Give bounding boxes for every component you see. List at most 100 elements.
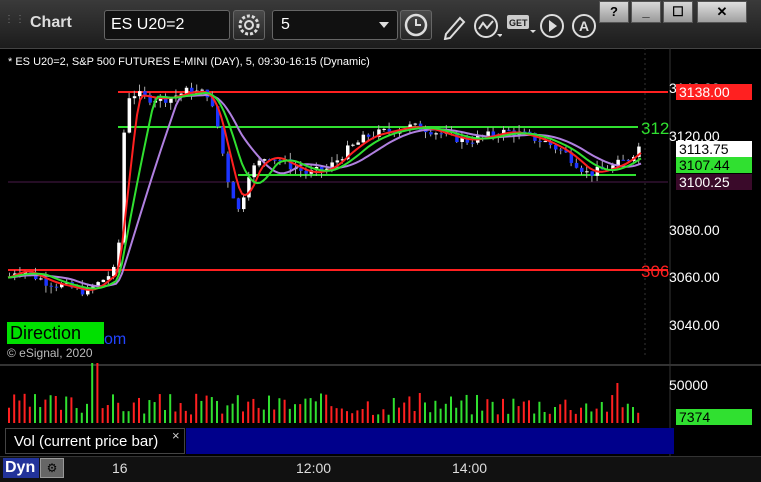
volume-bar [44,399,47,423]
chevron-down-icon [379,22,389,28]
maximize-button[interactable]: ☐ [663,1,693,23]
settings-button[interactable] [233,10,265,40]
volume-bar [434,400,437,423]
candle [507,129,511,131]
symbol-input[interactable]: ES U20=2 [104,10,230,40]
volume-bar [283,399,286,423]
volume-bar [346,411,348,423]
ma-price-badge: 3107.44 [676,157,752,173]
time-button[interactable] [400,10,432,40]
volume-study-title[interactable]: Vol (current price bar) [5,428,185,454]
candle [382,128,386,130]
copyright: © eSignal, 2020 [7,346,93,360]
green-line-label: 312 [641,119,669,138]
candle [470,142,475,144]
volume-bar [408,396,411,423]
volume-axis-tick: 50000 [669,377,708,393]
play-icon[interactable] [538,12,566,40]
volume-bar [502,398,504,423]
volume-bar [486,399,489,423]
time-tick: 14:00 [452,460,488,476]
volume-bar [80,412,83,423]
close-study-icon[interactable]: × [172,428,180,443]
volume-bar [8,407,10,423]
volume-bar [626,403,629,423]
volume-bar [533,413,536,423]
volume-bar [372,414,374,423]
pencil-icon[interactable] [440,12,468,40]
candlestick-series [8,82,641,297]
minimize-button[interactable]: _ [631,1,661,23]
drag-grip-icon[interactable]: ⋮⋮ [4,15,26,32]
tool-icon[interactable]: ⚙ [40,458,64,478]
volume-bar [91,363,94,423]
candle [538,140,542,142]
candle [138,91,142,97]
candle [49,285,54,287]
ma-green-line [7,91,642,290]
candle [590,171,594,176]
study-legend-bar [186,428,674,454]
volume-bar [517,406,520,423]
volume-bar [320,393,322,423]
volume-bar [335,408,338,423]
volume-bar [455,407,458,423]
volume-bar [231,403,234,423]
volume-bar [210,397,213,423]
volume-bar [611,395,614,423]
study-icon[interactable] [472,12,502,40]
symbol-value: ES U20=2 [111,16,185,33]
volume-bar [309,398,312,423]
volume-bar [200,400,203,423]
volume-bar [439,408,442,423]
candle [257,160,262,166]
current-price-badge: 3113.75 [676,141,752,157]
volume-bar [174,411,177,423]
volume-bar [288,408,291,423]
price-tick: 3060.00 [669,269,720,285]
time-tick: 12:00 [296,460,332,476]
volume-bar [164,409,166,423]
candle [335,160,340,163]
volume-bar [444,403,447,423]
volume-bar [252,398,255,423]
volume-bar [60,409,62,423]
volume-bar [460,400,463,423]
candle [361,134,366,143]
volume-bar [75,408,78,423]
volume-bar [470,414,473,423]
close-button[interactable]: ✕ [697,1,747,23]
candle [242,197,246,210]
volume-bar [13,394,16,423]
volume-bar [278,398,281,423]
candle [127,98,132,133]
volume-bar [221,413,224,423]
price-chart[interactable]: 312 306 [0,48,761,458]
candle [356,142,360,145]
volume-bar [413,411,416,423]
candle [574,162,579,168]
get-icon[interactable]: GET [506,12,536,40]
help-circle-icon[interactable]: A [570,12,598,40]
volume-bar [590,411,593,423]
red-line-label: 306 [641,262,669,281]
volume-current-badge: 7374 [676,409,752,425]
window-title: Chart [30,14,72,31]
volume-bar [304,398,307,423]
volume-bar [325,394,328,423]
dynamic-mode-button[interactable]: Dyn [3,458,39,478]
volume-bar [398,407,400,423]
resistance-price-badge: 3138.00 [676,84,752,100]
volume-bar [226,405,229,423]
interval-select[interactable]: 5 [272,10,398,40]
volume-bar [481,410,484,423]
moving-averages [7,90,642,291]
volume-bar [122,411,125,423]
volume-bar [382,409,385,423]
volume-bar [351,413,354,423]
volume-bar [127,411,130,423]
help-button[interactable]: ? [599,1,629,23]
clock-icon [404,13,428,37]
candle [413,123,418,125]
candle [54,286,59,288]
